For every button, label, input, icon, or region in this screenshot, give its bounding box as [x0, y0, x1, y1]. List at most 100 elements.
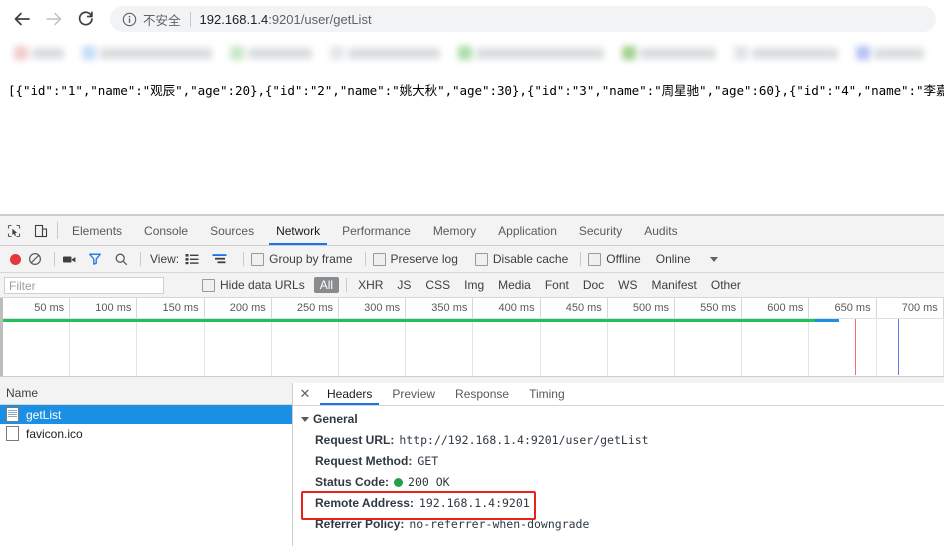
timeline-gridline [741, 318, 743, 376]
timeline-tick-label: 450 ms [541, 298, 608, 318]
throttling-value[interactable]: Online [656, 252, 691, 266]
timeline-tick-label: 400 ms [473, 298, 541, 318]
bookmark-item[interactable] [230, 44, 314, 62]
timeline-tick-label: 600 ms [742, 298, 810, 318]
reload-icon [78, 11, 93, 26]
detail-tab-preview[interactable]: Preview [382, 383, 445, 405]
bookmark-item[interactable] [856, 44, 926, 62]
disable-cache-checkbox[interactable]: Disable cache [474, 252, 568, 266]
filter-type-other[interactable]: Other [705, 277, 747, 293]
filter-input[interactable]: Filter [4, 276, 164, 294]
toolbar-divider [140, 252, 141, 266]
toolbar-divider [580, 252, 582, 266]
timeline-tick-label: 50 ms [3, 298, 71, 318]
detail-tab-headers[interactable]: Headers [317, 383, 382, 405]
device-toolbar-icon [34, 224, 47, 237]
request-list-panel: Name getList favicon.ico [0, 383, 293, 546]
url-text: 192.168.1.4:9201/user/getList [200, 12, 372, 27]
header-field-request-url: Request URL: http://192.168.1.4:9201/use… [293, 430, 944, 451]
table-row[interactable]: favicon.ico [0, 424, 292, 443]
file-icon [6, 426, 19, 441]
search-button[interactable] [114, 252, 128, 266]
timeline-left-edge [0, 298, 3, 376]
filter-type-ws[interactable]: WS [612, 277, 643, 293]
filter-toggle-button[interactable] [88, 252, 102, 266]
dom-content-loaded-marker [855, 319, 856, 375]
offline-label: Offline [606, 252, 641, 266]
timeline-ruler: 50 ms 100 ms 150 ms 200 ms 250 ms 300 ms 350 m… [0, 298, 944, 319]
tab-label: Timing [529, 387, 565, 401]
filter-type-img[interactable]: Img [458, 277, 490, 293]
group-by-frame-checkbox[interactable]: Group by frame [251, 252, 353, 266]
tab-elements[interactable]: Elements [61, 216, 133, 245]
toggle-device-toolbar-button[interactable] [27, 216, 54, 245]
timeline-gridline [539, 318, 541, 376]
bookmark-item[interactable] [458, 44, 606, 62]
timeline-tick-label: 500 ms [608, 298, 675, 318]
info-circle-icon[interactable] [122, 12, 137, 27]
close-icon[interactable]: ✕ [293, 383, 317, 405]
filter-type-css[interactable]: CSS [419, 277, 456, 293]
filterbar-divider [346, 278, 348, 292]
tab-sources[interactable]: Sources [199, 216, 265, 245]
hide-data-urls-checkbox[interactable]: Hide data URLs [202, 278, 305, 292]
tab-network[interactable]: Network [265, 216, 331, 245]
detail-tab-response[interactable]: Response [445, 383, 519, 405]
filter-type-all[interactable]: All [313, 277, 340, 293]
timeline-gridline [606, 318, 608, 376]
filter-type-js[interactable]: JS [391, 277, 417, 293]
view-list-button[interactable] [185, 253, 199, 265]
inspect-element-button[interactable] [0, 216, 27, 245]
timeline-tick-label: 250 ms [272, 298, 339, 318]
reload-button[interactable] [72, 5, 100, 33]
network-timeline-overview[interactable]: 50 ms 100 ms 150 ms 200 ms 250 ms 300 ms 350 m… [0, 298, 944, 377]
tab-memory[interactable]: Memory [422, 216, 487, 245]
bookmark-item[interactable] [622, 44, 718, 62]
capture-screenshots-button[interactable] [62, 252, 77, 266]
tab-label: Memory [432, 223, 477, 238]
view-waterfall-button[interactable] [212, 253, 228, 265]
back-arrow-icon [14, 12, 30, 26]
clear-button[interactable] [28, 252, 42, 266]
timeline-gridline [136, 318, 138, 376]
json-response-text: [{"id":"1","name":"观辰","age":20},{"id":"… [8, 83, 944, 98]
back-button[interactable] [8, 5, 36, 33]
chevron-down-icon[interactable] [710, 256, 719, 262]
table-row[interactable]: getList [0, 405, 292, 424]
timeline-gridline [472, 318, 474, 376]
cursor-inspect-icon [7, 224, 20, 237]
omnibox-separator [189, 11, 191, 27]
tab-audits[interactable]: Audits [633, 216, 688, 245]
tab-performance[interactable]: Performance [331, 216, 422, 245]
tab-application[interactable]: Application [487, 216, 568, 245]
bookmark-item[interactable] [14, 44, 66, 62]
timeline-tick-label: 700 ms [877, 298, 944, 318]
preserve-log-checkbox[interactable]: Preserve log [372, 252, 458, 266]
network-filterbar: Filter Hide data URLs All XHR JS CSS Img… [0, 273, 944, 298]
page-content: [{"id":"1","name":"观辰","age":20},{"id":"… [0, 68, 944, 215]
filter-type-manifest[interactable]: Manifest [646, 277, 703, 293]
filter-type-media[interactable]: Media [492, 277, 537, 293]
timeline-gridline [69, 318, 71, 376]
request-column-header[interactable]: Name [0, 383, 292, 405]
network-bottom-split: Name getList favicon.ico ✕ Headers Previ… [0, 383, 944, 546]
address-bar[interactable]: 不安全 192.168.1.4:9201/user/getList [110, 6, 936, 32]
url-host: 192.168.1.4 [199, 11, 269, 27]
general-section-header[interactable]: General [293, 406, 944, 430]
detail-tab-timing[interactable]: Timing [519, 383, 575, 405]
record-button[interactable] [10, 253, 21, 265]
bookmark-item[interactable] [82, 44, 214, 62]
filter-type-xhr[interactable]: XHR [352, 277, 389, 293]
offline-checkbox[interactable]: Offline [588, 252, 641, 266]
tab-console[interactable]: Console [133, 216, 199, 245]
filter-type-font[interactable]: Font [539, 277, 575, 293]
field-key: Request URL: [315, 433, 395, 447]
field-key: Status Code: [315, 475, 390, 489]
toolbar-divider [54, 252, 55, 266]
forward-button[interactable] [40, 5, 68, 33]
bookmark-item[interactable] [330, 44, 442, 62]
request-name: getList [26, 407, 62, 422]
tab-security[interactable]: Security [568, 216, 633, 245]
bookmark-item[interactable] [734, 44, 840, 62]
filter-type-doc[interactable]: Doc [577, 277, 610, 293]
